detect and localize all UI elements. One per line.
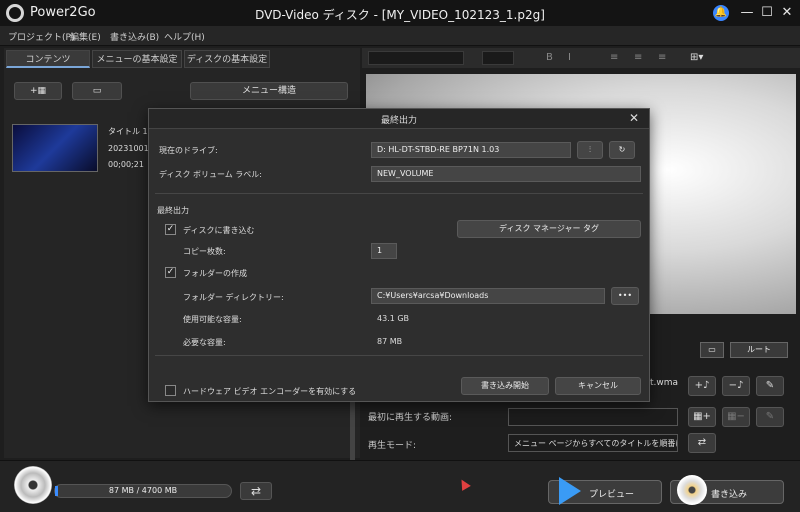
item-title: タイトル 1 (108, 127, 148, 136)
maximize-button[interactable]: ☐ (757, 3, 777, 23)
italic-icon[interactable]: I (568, 52, 571, 63)
notification-bell-icon[interactable]: 🔔 (713, 5, 729, 21)
current-drive-dropdown[interactable]: D: HL-DT-STBD-RE BP71N 1.03 (371, 142, 571, 158)
burn-disc-icon (677, 475, 707, 505)
close-button[interactable]: ✕ (777, 3, 797, 23)
edit-disabled-icon: ✎ (765, 411, 775, 422)
title-bar: Power2Go DVD-Video ディスク - [MY_VIDEO_1021… (0, 0, 800, 26)
browse-button[interactable]: ••• (611, 287, 639, 305)
root-button[interactable]: ルート (730, 342, 788, 358)
thumbnail-view-button[interactable]: ▭ (700, 342, 724, 358)
item-duration: 00;00;21 (108, 160, 144, 169)
add-video-icon: +▦ (29, 86, 47, 96)
menu-bar: プロジェクト(P) 編集(E) 書き込み(B) ヘルプ(H) (0, 26, 800, 46)
menu-structure-button[interactable]: メニュー構造 (190, 82, 348, 100)
remove-music-icon: −♪ (728, 380, 744, 391)
folder-dir-label: フォルダー ディレクトリー: (183, 293, 284, 302)
hw-encoder-label: ハードウェア ビデオ エンコーダーを有効にする (183, 387, 357, 396)
available-space-value: 43.1 GB (377, 314, 410, 323)
create-folder-label: フォルダーの作成 (183, 269, 247, 278)
capacity-bar: 87 MB / 4700 MB (54, 484, 232, 498)
copies-label: コピー枚数: (183, 247, 226, 256)
volume-label-input[interactable]: NEW_VOLUME (371, 166, 641, 182)
text-format-toolbar: B I ≡ ≡ ≡ ⊞▾ (362, 48, 800, 68)
layout-icon[interactable]: ⊞▾ (690, 52, 703, 63)
volume-label-label: ディスク ボリューム ラベル: (159, 170, 262, 179)
available-space-label: 使用可能な容量: (183, 315, 242, 324)
settings-sliders-icon: ⫶ (589, 145, 591, 154)
required-space-value: 87 MB (377, 337, 403, 346)
capacity-fill (55, 486, 58, 496)
copies-input[interactable]: 1 (371, 243, 397, 259)
font-size-dropdown[interactable] (482, 51, 514, 65)
divider (155, 193, 643, 194)
minimize-button[interactable]: — (737, 3, 757, 23)
edit-music-button[interactable]: ✎ (756, 376, 784, 396)
menu-project[interactable]: プロジェクト(P) (8, 30, 74, 43)
shuffle-icon: ⇄ (697, 437, 707, 448)
menu-structure-label: メニュー構造 (241, 86, 296, 96)
preview-button[interactable]: プレビュー (548, 477, 662, 505)
first-play-label: 最初に再生する動画: (368, 413, 453, 423)
font-dropdown[interactable] (368, 51, 464, 65)
edit-icon: ✎ (765, 380, 775, 391)
align-left-icon[interactable]: ≡ (610, 52, 618, 63)
play-mode-field[interactable]: メニュー ページからすべてのタイトルを順番に再... (508, 434, 678, 452)
add-music-icon: +♪ (694, 380, 710, 391)
play-mode-label: 再生モード: (368, 441, 417, 451)
swap-disc-button[interactable]: ⇄ (240, 482, 272, 500)
video-thumbnail[interactable] (12, 124, 98, 172)
edit-first-play-button[interactable]: ✎ (756, 407, 784, 427)
disc-manager-tag-button[interactable]: ディスク マネージャー タグ (457, 220, 641, 238)
music-file-name: t.wma (650, 378, 679, 388)
drive-settings-button[interactable]: ⫶ (577, 141, 603, 159)
remove-first-play-icon: ▦− (727, 411, 745, 422)
burn-to-disc-checkbox[interactable]: ✓ (165, 224, 176, 235)
set-first-play-button[interactable]: ▦+ (688, 407, 716, 427)
preview-label: プレビュー (589, 490, 635, 500)
play-icon (559, 477, 581, 505)
folder-dir-input[interactable]: C:¥Users¥arcsa¥Downloads (371, 288, 605, 304)
tab-disc-settings[interactable]: ディスクの基本設定 (184, 50, 270, 68)
start-burn-button[interactable]: 書き込み開始 (461, 377, 549, 395)
add-first-play-icon: ▦+ (693, 411, 711, 422)
swap-icon: ⇄ (250, 484, 262, 498)
remove-music-button[interactable]: −♪ (722, 376, 750, 396)
item-date: 20231001P (108, 144, 154, 153)
dialog-title: 最終出力 (380, 116, 417, 126)
cancel-button[interactable]: キャンセル (555, 377, 641, 395)
burn-button[interactable]: 書き込み (670, 475, 784, 505)
tab-menu-settings[interactable]: メニューの基本設定 (92, 50, 182, 68)
disc-icon (14, 466, 52, 504)
section-title: 最終出力 (157, 206, 189, 215)
divider (155, 355, 643, 356)
play-mode-button[interactable]: ⇄ (688, 433, 716, 453)
add-video-button[interactable]: +▦ (14, 82, 62, 100)
first-play-field[interactable] (508, 408, 678, 426)
burn-label: 書き込み (711, 490, 748, 500)
burn-to-disc-label: ディスクに書き込む (183, 226, 255, 235)
create-folder-checkbox[interactable]: ✓ (165, 267, 176, 278)
required-space-label: 必要な容量: (183, 338, 226, 347)
menu-help[interactable]: ヘルプ(H) (164, 30, 205, 43)
frame-icon: ▭ (92, 86, 102, 96)
chapter-button[interactable]: ▭ (72, 82, 122, 100)
final-output-dialog: 最終出力 ✕ 現在のドライブ: D: HL-DT-STBD-RE BP71N 1… (148, 108, 650, 402)
menu-edit[interactable]: 編集(E) (70, 30, 101, 43)
dialog-close-icon[interactable]: ✕ (629, 111, 639, 125)
remove-first-play-button[interactable]: ▦− (722, 407, 750, 427)
refresh-drive-button[interactable]: ↻ (609, 141, 635, 159)
dialog-header: 最終出力 ✕ (149, 109, 649, 129)
refresh-icon: ↻ (618, 145, 626, 154)
window-title: DVD-Video ディスク - [MY_VIDEO_102123_1.p2g] (255, 8, 545, 22)
align-right-icon[interactable]: ≡ (658, 52, 666, 63)
menu-burn[interactable]: 書き込み(B) (110, 30, 159, 43)
bold-icon[interactable]: B (546, 52, 553, 63)
current-drive-label: 現在のドライブ: (159, 146, 218, 155)
hw-encoder-checkbox[interactable] (165, 385, 176, 396)
align-center-icon[interactable]: ≡ (634, 52, 642, 63)
add-music-button[interactable]: +♪ (688, 376, 716, 396)
tab-contents[interactable]: コンテンツ (6, 50, 90, 68)
